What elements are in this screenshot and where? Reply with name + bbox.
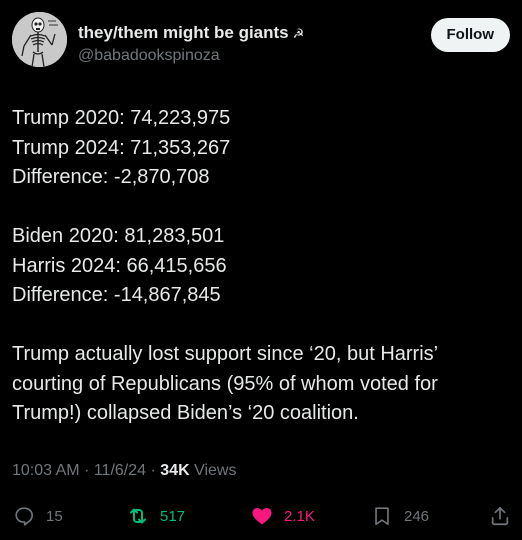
trump-stats-paragraph: Trump 2020: 74,223,975 Trump 2024: 71,35… [12, 104, 512, 193]
meta-separator: · [150, 462, 156, 479]
skeleton-avatar-icon [12, 12, 67, 67]
text-line: Trump!) collapsed Biden’s ‘20 coalition. [12, 402, 359, 424]
share-upload-icon [488, 504, 512, 528]
views-count: 34K [160, 462, 190, 479]
post-time[interactable]: 10:03 AM [12, 462, 80, 479]
text-line: Harris 2024: 66,415,656 [12, 254, 227, 277]
democrat-stats-paragraph: Biden 2020: 81,283,501 Harris 2024: 66,4… [12, 222, 512, 311]
heart-icon [250, 504, 274, 528]
text-line: Trump actually lost support since ‘20, b… [12, 343, 439, 365]
hammer-sickle-emoji: ☭ [292, 26, 305, 41]
share-button[interactable] [488, 498, 512, 534]
post-header: they/them might be giants ☭ @babadookspin… [12, 12, 510, 72]
commentary-paragraph: Trump actually lost support since ‘20, b… [12, 340, 512, 429]
text-line: Difference: -14,867,845 [12, 284, 221, 306]
display-name-text: they/them might be giants [78, 23, 289, 42]
reply-count: 15 [46, 507, 63, 525]
text-line: Trump 2024: 71,353,267 [12, 136, 231, 159]
repost-button[interactable]: 517 [126, 498, 185, 534]
like-button[interactable]: 2.1K [250, 498, 315, 534]
like-count: 2.1K [284, 507, 315, 525]
text-line: Difference: -2,870,708 [12, 166, 210, 188]
views-label: Views [194, 462, 237, 479]
post-card: they/them might be giants ☭ @babadookspin… [0, 0, 522, 540]
text-line: courting of Republicans (95% of whom vot… [12, 372, 438, 395]
display-name[interactable]: they/them might be giants ☭ [78, 22, 304, 45]
bookmark-count: 246 [404, 507, 430, 525]
action-bar: 15 517 2.1K 246 [12, 498, 510, 534]
repost-count: 517 [160, 507, 186, 525]
follow-button[interactable]: Follow [430, 18, 510, 52]
bookmark-button[interactable]: 246 [370, 498, 429, 534]
post-meta: 10:03 AM · 11/6/24 · 34K Views [12, 459, 236, 483]
text-line: Trump 2020: 74,223,975 [12, 107, 231, 129]
user-handle[interactable]: @babadookspinoza [78, 45, 304, 67]
author-names: they/them might be giants ☭ @babadookspin… [78, 22, 304, 67]
avatar[interactable] [12, 12, 67, 67]
repost-arrows-icon [126, 504, 150, 528]
meta-separator: · [84, 462, 90, 479]
post-date[interactable]: 11/6/24 [94, 462, 146, 479]
post-text: Trump 2020: 74,223,975 Trump 2024: 71,35… [12, 104, 512, 429]
speech-bubble-icon [12, 504, 36, 528]
reply-button[interactable]: 15 [12, 498, 63, 534]
bookmark-icon [370, 504, 394, 528]
text-line: Biden 2020: 81,283,501 [12, 225, 225, 247]
